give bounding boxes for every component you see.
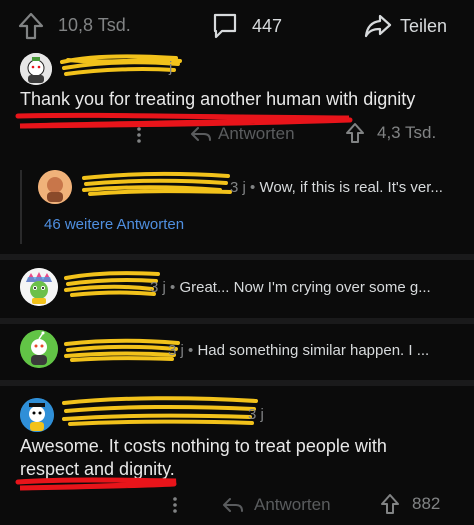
reply-preview: Wow, if this is real. It's ver... — [259, 179, 443, 196]
comment-text-line: Awesome. It costs nothing to treat peopl… — [20, 436, 387, 456]
comment-time: 3 j — [168, 342, 184, 359]
username-redaction — [60, 54, 182, 76]
reply-meta: 3 j • Wow, if this is real. It's ver... — [230, 179, 443, 196]
comment-text: Thank you for treating another human wit… — [20, 89, 416, 109]
comment-preview: Had something similar happen. I ... — [197, 342, 430, 359]
avatar[interactable] — [38, 170, 72, 204]
post-action-bar: 10,8 Tsd. 447 Teilen — [0, 0, 474, 52]
comment-score: 4,3 Tsd. — [377, 123, 437, 142]
upvote-button[interactable]: 4,3 Tsd. — [345, 122, 436, 144]
more-replies-link[interactable]: 46 weitere Antworten — [44, 216, 184, 233]
comment-preview: Great... Now I'm crying over some g... — [179, 279, 431, 296]
red-underline-mark — [15, 112, 353, 129]
thread-line — [20, 170, 22, 244]
avatar[interactable] — [20, 268, 58, 306]
comment-count: 447 — [252, 15, 283, 36]
comment-meta: 3 j • Great... Now I'm crying over some … — [150, 279, 431, 296]
reply-label: Antworten — [218, 124, 295, 143]
reply-arrow-icon — [222, 496, 244, 514]
reply-label: Antworten — [254, 495, 331, 514]
upvote-button[interactable]: 882 — [380, 493, 440, 515]
username-redaction — [64, 338, 180, 362]
avatar[interactable] — [20, 53, 52, 85]
comment-divider — [0, 380, 474, 386]
reply-time: 3 j — [230, 179, 246, 196]
comment-time: 3 j — [150, 279, 166, 296]
comment-divider — [0, 254, 474, 260]
comment-time: j — [169, 59, 173, 76]
avatar[interactable] — [20, 398, 54, 432]
reply-arrow-icon — [190, 125, 212, 143]
avatar[interactable] — [20, 330, 58, 368]
comments-button[interactable]: 447 — [212, 12, 282, 40]
upvote-arrow-icon — [345, 122, 365, 144]
comment-bubble-icon — [212, 12, 238, 40]
post-upvote-count: 10,8 Tsd. — [58, 15, 131, 35]
reply-button[interactable]: Antworten — [190, 124, 295, 144]
upvote-arrow-icon — [380, 493, 400, 515]
share-arrow-icon — [364, 12, 392, 40]
comment-text-line: respect and dignity. — [20, 459, 175, 479]
more-options-button[interactable] — [172, 496, 178, 514]
more-options-button[interactable] — [136, 126, 142, 144]
share-label: Teilen — [400, 15, 448, 36]
comment-time: 3 j — [248, 406, 264, 423]
username-redaction — [82, 171, 232, 196]
comment-text: Awesome. It costs nothing to treat peopl… — [20, 435, 465, 481]
upvote-arrow-icon — [18, 12, 44, 40]
upvote-button[interactable] — [18, 12, 44, 40]
reply-button[interactable]: Antworten — [222, 495, 331, 515]
comment-score: 882 — [412, 494, 441, 513]
comment-divider — [0, 318, 474, 324]
username-redaction — [64, 271, 160, 297]
share-button[interactable]: Teilen — [364, 12, 447, 40]
comment-meta: 3 j • Had something similar happen. I ..… — [168, 342, 430, 359]
username-redaction — [62, 396, 258, 426]
